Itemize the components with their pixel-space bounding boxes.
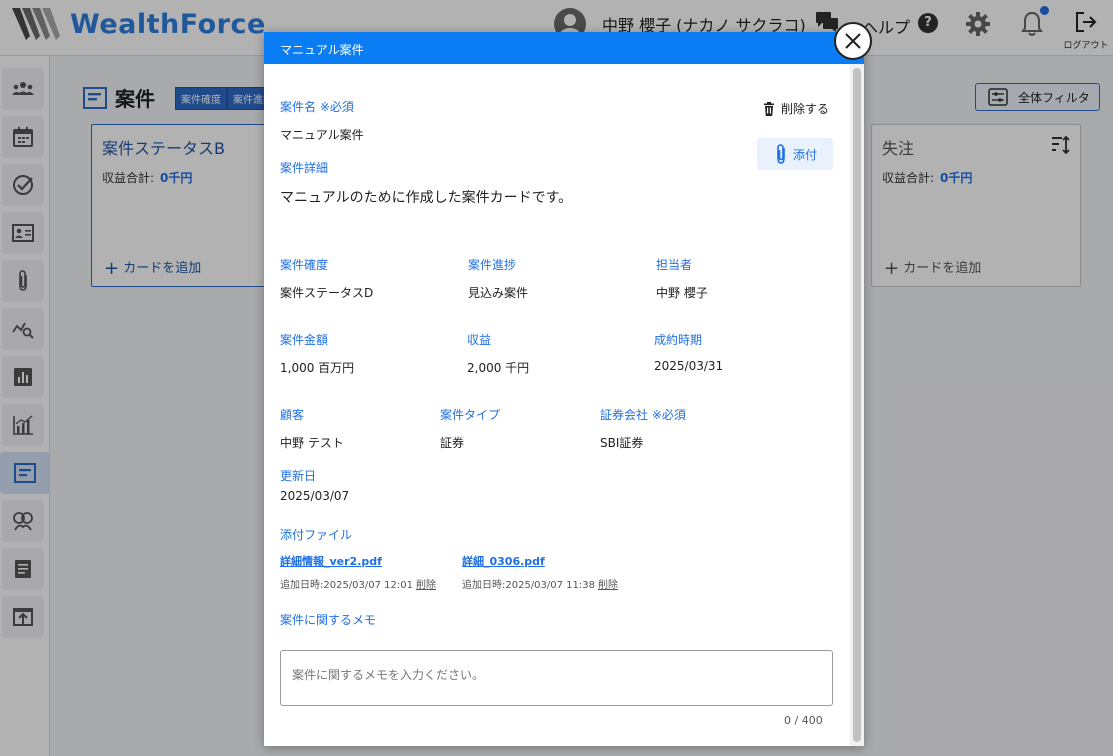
close-icon — [845, 33, 861, 49]
amount-value[interactable]: 1,000 百万円 — [280, 359, 354, 376]
attachment-delete-link[interactable]: 削除 — [598, 580, 618, 591]
updated-value: 2025/03/07 — [280, 489, 350, 503]
case-detail-modal: マニュアル案件 削除する 添付 案件名 ※必須 マニュアル案件 案件詳細 マニュ… — [264, 32, 864, 746]
attachment-link[interactable]: 詳細_0306.pdf — [462, 553, 545, 569]
scrollbar-thumb[interactable] — [853, 68, 861, 742]
attachment-link[interactable]: 詳細情報_ver2.pdf — [280, 553, 382, 569]
customer-label: 顧客 — [280, 408, 305, 422]
close-date-label: 成約時期 — [654, 333, 703, 347]
attachment-meta: 追加日時:2025/03/07 11:38 削除 — [462, 576, 618, 591]
attach-label: 添付 — [792, 147, 817, 162]
case-type-label: 案件タイプ — [440, 408, 501, 422]
modal-scrollbar[interactable] — [850, 64, 864, 746]
certainty-label: 案件確度 — [280, 258, 329, 272]
case-name-value[interactable]: マニュアル案件 — [280, 126, 364, 143]
case-type-value[interactable]: 証券 — [440, 434, 464, 451]
paperclip-icon — [777, 144, 785, 164]
customer-value[interactable]: 中野 テスト — [280, 434, 344, 451]
delete-case-button[interactable]: 削除する — [762, 100, 829, 117]
broker-label: 証券会社 ※必須 — [600, 408, 686, 422]
modal-header: マニュアル案件 — [264, 32, 864, 64]
owner-label: 担当者 — [656, 258, 693, 272]
revenue-label: 収益 — [467, 333, 492, 347]
memo-char-counter: 0 / 400 — [784, 714, 823, 727]
delete-label: 削除する — [781, 102, 830, 116]
certainty-value[interactable]: 案件ステータスD — [280, 284, 373, 301]
memo-label: 案件に関するメモ — [280, 613, 377, 627]
attach-file-button[interactable]: 添付 — [757, 138, 833, 170]
attachment-delete-link[interactable]: 削除 — [416, 580, 436, 591]
case-name-label: 案件名 ※必須 — [280, 100, 354, 114]
amount-label: 案件金額 — [280, 333, 329, 347]
case-detail-label: 案件詳細 — [280, 161, 329, 175]
modal-title: マニュアル案件 — [280, 43, 364, 57]
memo-input[interactable] — [280, 650, 833, 706]
revenue-value[interactable]: 2,000 千円 — [467, 359, 529, 376]
attachment-added-at: 追加日時:2025/03/07 12:01 — [280, 580, 414, 591]
close-date-value[interactable]: 2025/03/31 — [654, 359, 723, 373]
trash-icon — [764, 101, 774, 116]
attachments-label: 添付ファイル — [280, 528, 353, 542]
updated-label: 更新日 — [280, 469, 317, 483]
broker-value[interactable]: SBI証券 — [600, 434, 643, 451]
progress-label: 案件進捗 — [468, 258, 517, 272]
attachment-meta: 追加日時:2025/03/07 12:01 削除 — [280, 576, 436, 591]
close-modal-button[interactable] — [834, 22, 872, 60]
case-detail-value[interactable]: マニュアルのために作成した案件カードです。 — [280, 187, 572, 207]
attachment-added-at: 追加日時:2025/03/07 11:38 — [462, 580, 596, 591]
progress-value[interactable]: 見込み案件 — [468, 284, 528, 301]
owner-value[interactable]: 中野 櫻子 — [656, 284, 708, 301]
